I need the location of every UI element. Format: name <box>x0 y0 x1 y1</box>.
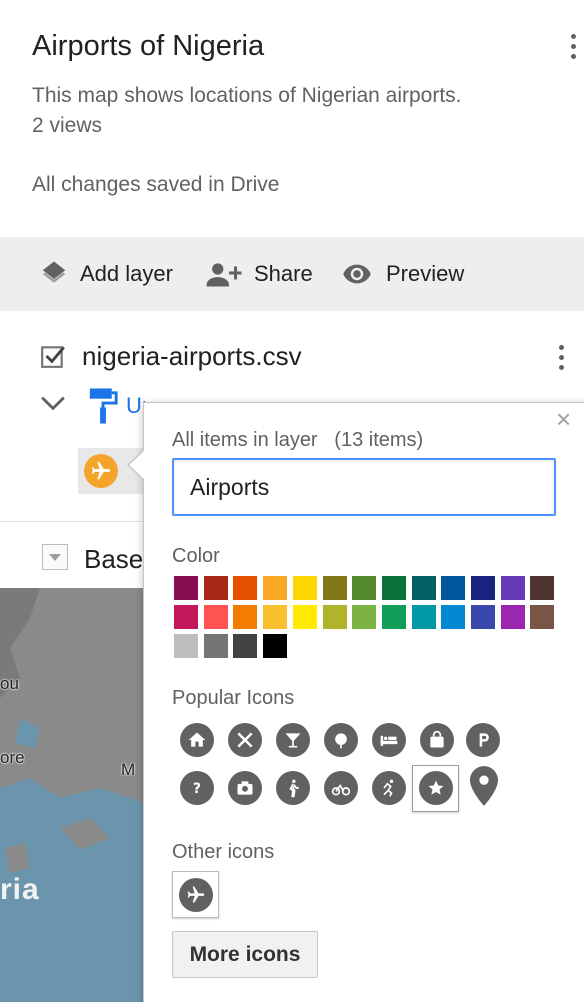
map-header: Airports of Nigeria This map shows locat… <box>0 0 584 237</box>
color-swatch[interactable] <box>381 576 406 600</box>
layer-toolbar: Add layer Share Preview <box>0 237 584 311</box>
color-swatch[interactable] <box>500 576 525 600</box>
layer-visibility-checkbox[interactable] <box>40 343 66 369</box>
other-icons-label: Other icons <box>172 841 275 863</box>
color-swatch[interactable] <box>263 576 288 600</box>
save-status: All changes saved in Drive <box>32 173 280 196</box>
paint-roller-icon[interactable] <box>88 387 118 425</box>
preview-label: Preview <box>386 261 465 286</box>
color-swatch[interactable] <box>203 605 228 629</box>
airport-icon[interactable] <box>179 878 213 912</box>
shopping-icon[interactable] <box>420 723 454 757</box>
layer-options-icon[interactable] <box>549 337 573 377</box>
hotel-icon[interactable] <box>372 723 406 757</box>
share-button[interactable]: Share <box>204 255 313 293</box>
color-swatch[interactable] <box>292 576 317 600</box>
base-map-toggle[interactable] <box>42 544 68 570</box>
color-swatch[interactable] <box>352 605 377 629</box>
other-icon-slot[interactable] <box>172 871 219 918</box>
color-swatch[interactable] <box>233 634 258 658</box>
bar-icon[interactable] <box>276 723 310 757</box>
share-label: Share <box>254 261 313 286</box>
color-swatch[interactable] <box>263 605 288 629</box>
map-title[interactable]: Airports of Nigeria <box>32 30 264 63</box>
hiking-icon[interactable] <box>276 771 310 805</box>
color-swatch[interactable] <box>381 605 406 629</box>
map-description[interactable]: This map shows locations of Nigerian air… <box>32 84 462 108</box>
color-swatch[interactable] <box>411 576 436 600</box>
view-count: 2 views <box>32 114 103 137</box>
home-icon[interactable] <box>180 723 214 757</box>
restaurant-icon[interactable] <box>228 723 262 757</box>
color-swatch[interactable] <box>292 605 317 629</box>
color-swatch[interactable] <box>203 634 228 658</box>
map-label: ore <box>0 748 25 767</box>
color-swatch[interactable] <box>174 634 198 658</box>
color-swatch[interactable] <box>203 576 228 600</box>
items-in-layer-label: All items in layer (13 items) <box>172 429 423 452</box>
map-options-icon[interactable] <box>561 26 584 66</box>
popular-icons-label: Popular Icons <box>172 687 295 709</box>
airport-icon[interactable] <box>84 454 118 488</box>
help-icon[interactable]: ? <box>180 771 214 805</box>
map-label: M <box>121 760 136 779</box>
preview-button[interactable]: Preview <box>338 255 464 293</box>
item-name-input[interactable] <box>172 458 556 516</box>
add-person-icon <box>206 263 242 287</box>
add-layer-label: Add layer <box>80 261 173 286</box>
park-icon[interactable] <box>324 723 358 757</box>
close-icon[interactable]: × <box>556 406 571 432</box>
add-layer-button[interactable]: Add layer <box>38 255 173 293</box>
star-icon[interactable] <box>419 771 453 805</box>
camera-icon[interactable] <box>228 771 262 805</box>
map-label: ou <box>0 674 19 693</box>
color-swatch[interactable] <box>441 605 466 629</box>
layer-name[interactable]: nigeria-airports.csv <box>82 341 302 372</box>
running-icon[interactable] <box>372 771 406 805</box>
items-count: (13 items) <box>334 429 424 451</box>
color-swatch[interactable] <box>263 634 288 658</box>
color-swatch[interactable] <box>233 576 258 600</box>
place-pin-icon[interactable] <box>470 766 498 806</box>
parking-icon[interactable] <box>466 723 500 757</box>
color-swatch[interactable] <box>530 605 555 629</box>
layers-icon <box>42 261 66 283</box>
map-label: ria <box>0 873 40 906</box>
eye-icon <box>343 264 371 284</box>
color-swatch[interactable] <box>500 605 525 629</box>
color-swatch[interactable] <box>471 605 495 629</box>
color-swatch[interactable] <box>233 605 258 629</box>
color-swatch[interactable] <box>441 576 466 600</box>
svg-text:?: ? <box>193 781 201 797</box>
color-swatch[interactable] <box>322 576 347 600</box>
popup-pointer-inner <box>129 450 145 480</box>
color-swatch[interactable] <box>352 576 377 600</box>
items-label: All items in layer <box>172 429 318 451</box>
cycling-icon[interactable] <box>324 771 358 805</box>
color-swatch[interactable] <box>174 576 198 600</box>
color-swatch[interactable] <box>174 605 198 629</box>
chevron-down-icon[interactable] <box>40 393 66 413</box>
color-swatch[interactable] <box>322 605 347 629</box>
more-icons-button[interactable]: More icons <box>172 931 318 978</box>
color-swatch[interactable] <box>411 605 436 629</box>
color-label: Color <box>172 545 220 567</box>
color-swatch[interactable] <box>471 576 495 600</box>
color-swatch[interactable] <box>530 576 555 600</box>
